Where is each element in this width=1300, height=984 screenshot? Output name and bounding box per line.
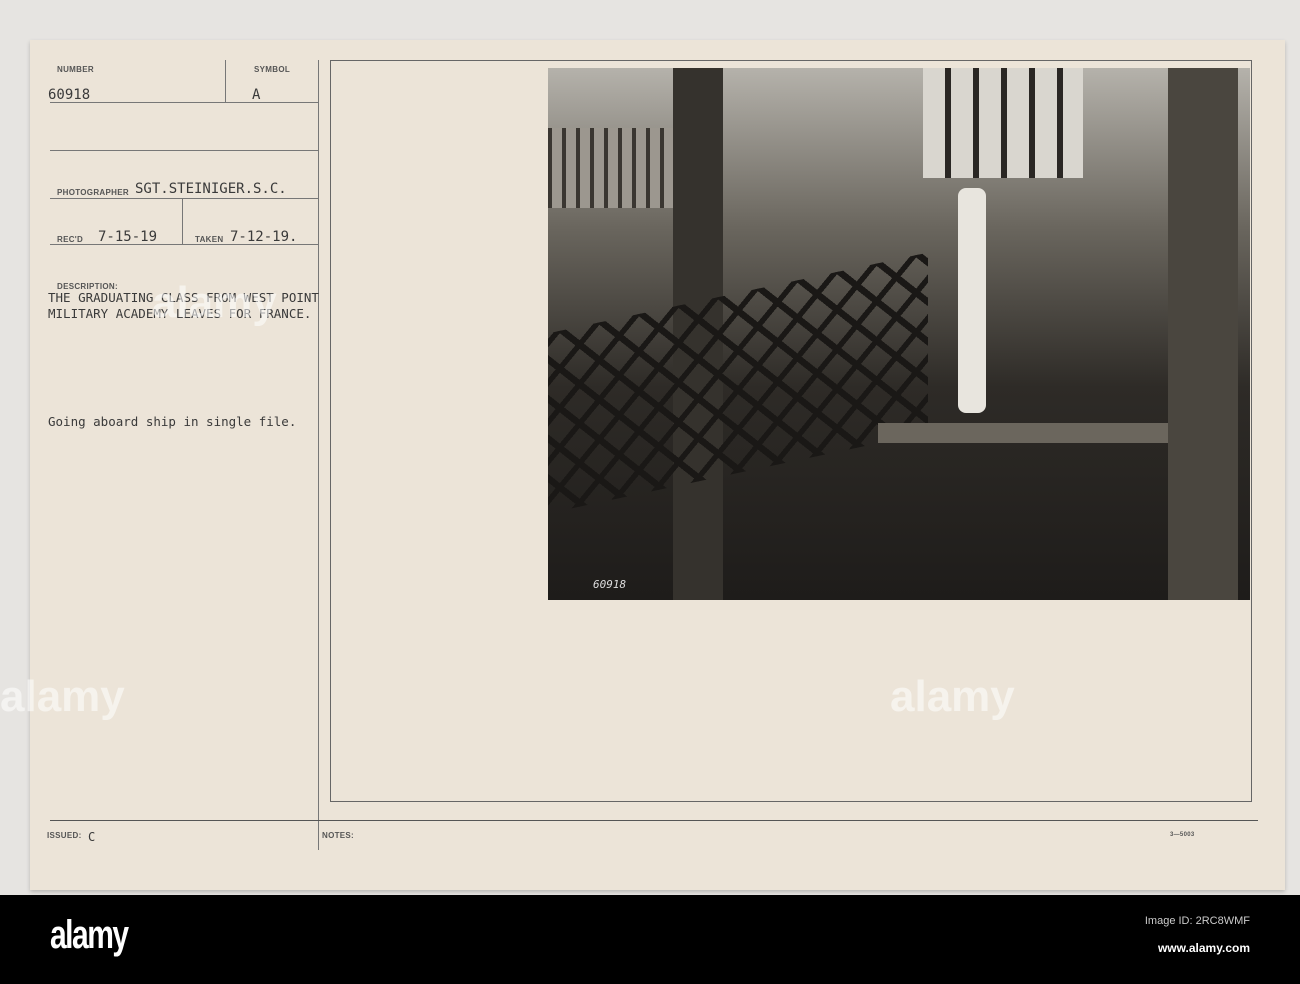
divider [225, 60, 226, 102]
watermark: alamy [890, 672, 1015, 721]
divider [318, 60, 319, 850]
divider [50, 150, 318, 151]
taken-label: TAKEN [195, 235, 224, 244]
platform [878, 423, 1168, 443]
issued-label: ISSUED: [47, 831, 82, 840]
divider [50, 820, 1258, 821]
number-label: NUMBER [57, 65, 94, 74]
recd-value: 7-15-19 [98, 229, 158, 245]
symbol-label: SYMBOL [254, 65, 291, 74]
notes-label: NOTES: [322, 831, 355, 840]
negative-number: 60918 [593, 578, 627, 591]
caption-text: Going aboard ship in single file. [48, 414, 297, 429]
watermark: alamy [152, 278, 277, 327]
symbol-value: A [252, 87, 261, 103]
divider [182, 198, 183, 244]
gangway [548, 252, 928, 514]
footer-bar: alamy Image ID: 2RC8WMF www.alamy.com [0, 895, 1300, 984]
alamy-logo: alamy [50, 913, 129, 957]
watermark: alamy [0, 672, 125, 721]
image-id: Image ID: 2RC8WMF [1144, 915, 1250, 927]
steel-column [1168, 68, 1238, 600]
issued-value: C [88, 830, 96, 844]
windows [923, 68, 1083, 178]
divider [50, 198, 318, 199]
form-code: 3—5003 [1170, 832, 1195, 838]
photographer-value: SGT.STEINIGER.S.C. [135, 181, 287, 197]
railing [548, 128, 678, 208]
photographer-label: PHOTOGRAPHER [57, 188, 129, 197]
taken-value: 7-12-19. [230, 229, 298, 245]
alamy-url[interactable]: www.alamy.com [1158, 941, 1250, 955]
recd-label: REC'D [57, 235, 84, 244]
sailor [958, 188, 986, 413]
divider [50, 102, 318, 103]
photograph: 60918 [548, 68, 1250, 600]
number-value: 60918 [48, 87, 91, 103]
